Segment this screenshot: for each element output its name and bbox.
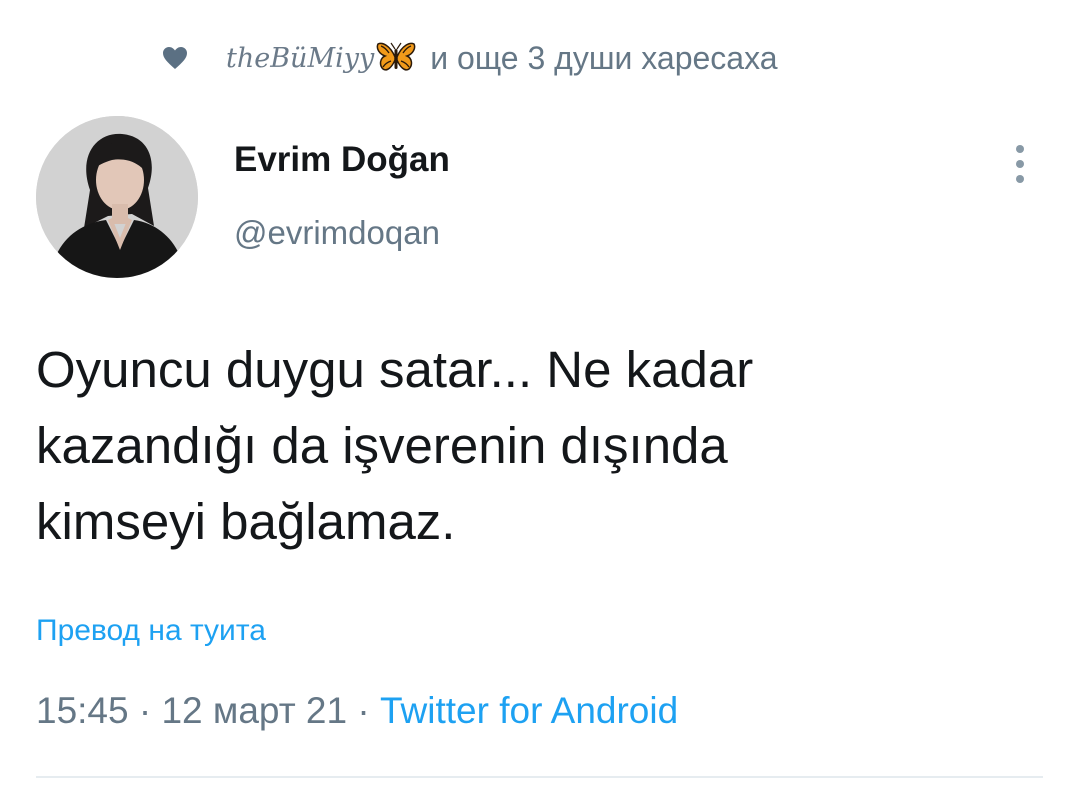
avatar[interactable] bbox=[36, 116, 198, 278]
social-context-text: и още 3 души харесаха bbox=[430, 39, 778, 76]
divider bbox=[36, 776, 1043, 778]
tweet-text-line: kimseyi bağlamaz. bbox=[36, 493, 456, 550]
author-handle[interactable]: @evrimdoqan bbox=[234, 214, 440, 252]
tweet-time[interactable]: 15:45 bbox=[36, 690, 129, 731]
tweet-text-line: Oyuncu duygu satar... Ne kadar bbox=[36, 341, 754, 398]
tweet-text-line: kazandığı da işverenin dışında bbox=[36, 417, 728, 474]
translate-tweet-link[interactable]: Превод на туита bbox=[36, 614, 266, 648]
heart-icon bbox=[163, 47, 187, 69]
meta-separator: · bbox=[138, 690, 152, 731]
social-context[interactable]: theBüMiyy и още 3 души харесаха bbox=[162, 36, 778, 80]
tweet-source-link[interactable]: Twitter for Android bbox=[380, 690, 678, 731]
tweet-text: Oyuncu duygu satar... Ne kadar kazandığı… bbox=[36, 332, 1046, 560]
butterfly-icon bbox=[376, 42, 416, 71]
tweet-date[interactable]: 12 март 21 bbox=[161, 690, 347, 731]
avatar-photo bbox=[36, 116, 198, 278]
more-options-icon[interactable] bbox=[1006, 140, 1034, 188]
tweet-meta: 15:45 · 12 март 21 · Twitter for Android bbox=[36, 690, 678, 732]
liker-name[interactable]: theBüMiyy bbox=[226, 43, 374, 74]
meta-separator: · bbox=[357, 690, 370, 731]
author-name[interactable]: Evrim Doğan bbox=[234, 140, 450, 180]
